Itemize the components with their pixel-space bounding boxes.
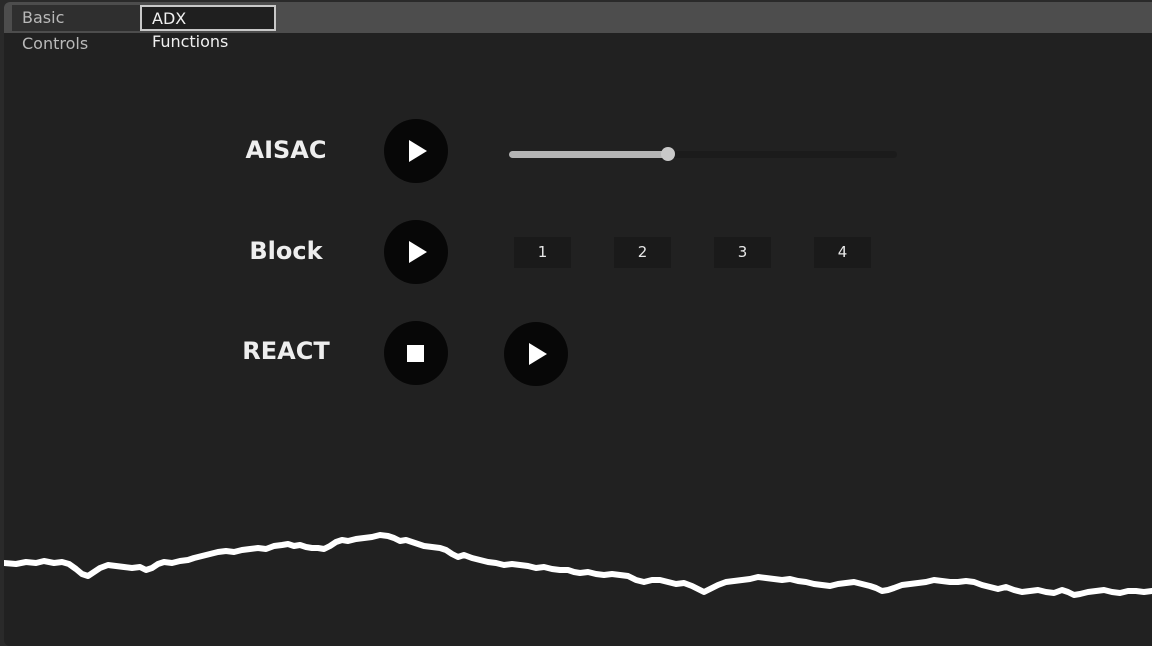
react-play-button[interactable] [504,322,568,386]
block-button-2[interactable]: 2 [614,237,671,268]
block-play-button[interactable] [384,220,448,284]
aisac-slider[interactable] [509,147,897,161]
block-label: Block [249,237,323,265]
aisac-play-button[interactable] [384,119,448,183]
tab-adx-functions[interactable]: ADX Functions [140,5,276,51]
block-button-3[interactable]: 3 [714,237,771,268]
slider-fill [509,151,669,158]
stop-icon [407,345,424,362]
react-stop-button[interactable] [384,321,448,385]
play-icon [409,140,427,162]
aisac-label: AISAC [245,136,327,164]
block-button-4[interactable]: 4 [814,237,871,268]
tab-basic-controls[interactable]: Basic Controls [12,5,140,53]
play-icon [409,241,427,263]
app-window: Basic Controls ADX Functions AISAC Block… [4,2,1152,646]
block-button-1[interactable]: 1 [514,237,571,268]
adx-functions-panel: AISAC Block 1 2 3 4 REACT [4,33,1152,646]
play-icon [529,343,547,365]
slider-thumb[interactable] [661,147,676,161]
tab-bar: Basic Controls ADX Functions [4,2,1152,53]
react-label: REACT [242,337,330,365]
